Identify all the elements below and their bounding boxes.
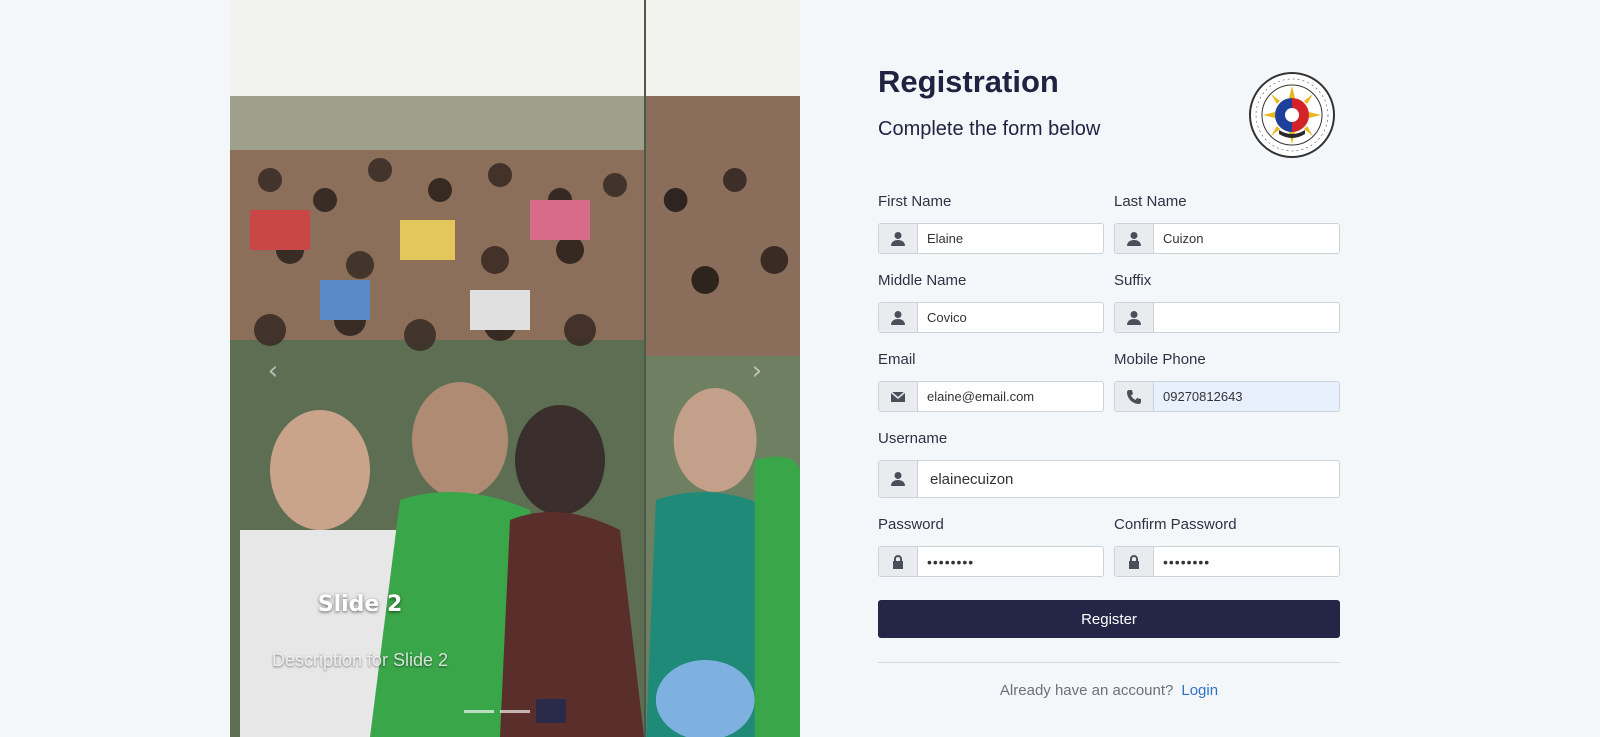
email-field: Email — [878, 351, 1104, 412]
lock-icon — [1115, 547, 1154, 576]
carousel-indicator-3[interactable] — [536, 699, 566, 723]
page-title: Registration — [878, 64, 1059, 99]
confirm-password-label: Confirm Password — [1114, 516, 1237, 533]
divider — [878, 662, 1340, 663]
email-label: Email — [878, 351, 916, 368]
login-link[interactable]: Login — [1181, 682, 1218, 699]
barangay-seal-logo — [1249, 72, 1335, 158]
middle-name-field: Middle Name — [878, 272, 1104, 333]
user-icon — [1115, 303, 1154, 332]
first-name-input[interactable] — [918, 224, 1103, 253]
password-input[interactable] — [918, 547, 1103, 576]
password-label: Password — [878, 516, 944, 533]
last-name-input-group — [1114, 223, 1340, 254]
carousel-indicator-1[interactable] — [464, 709, 494, 713]
suffix-label: Suffix — [1114, 272, 1152, 289]
last-name-field: Last Name — [1114, 193, 1340, 254]
register-button[interactable]: Register — [878, 600, 1340, 638]
user-icon — [1115, 224, 1154, 253]
user-icon — [879, 224, 918, 253]
middle-name-label: Middle Name — [878, 272, 967, 289]
confirm-password-input-group — [1114, 546, 1340, 577]
login-prompt-text: Already have an account? — [999, 682, 1174, 699]
password-input-group — [878, 546, 1104, 577]
mobile-phone-input-group — [1114, 381, 1340, 412]
slide-caption-description: Description for Slide 2 — [271, 650, 449, 670]
username-field: Username — [878, 430, 1340, 498]
carousel-indicators — [464, 699, 566, 723]
confirm-password-input[interactable] — [1154, 547, 1339, 576]
envelope-icon — [879, 382, 918, 411]
carousel-next-slide-preview — [644, 0, 800, 737]
page-subtitle: Complete the form below — [878, 118, 1101, 140]
first-name-input-group — [878, 223, 1104, 254]
carousel-indicator-2[interactable] — [500, 709, 530, 713]
last-name-input[interactable] — [1154, 224, 1339, 253]
image-carousel: ‹ › Slide 2 Description for Slide 2 — [230, 0, 800, 737]
password-field: Password — [878, 516, 1104, 577]
suffix-input-group — [1114, 302, 1340, 333]
middle-name-input[interactable] — [918, 303, 1103, 332]
login-prompt-row: Already have an account? Login — [878, 682, 1340, 699]
user-icon — [879, 461, 918, 497]
email-input[interactable] — [918, 382, 1103, 411]
suffix-field: Suffix — [1114, 272, 1340, 333]
slide-caption-title: Slide 2 — [317, 592, 403, 617]
carousel-prev-button[interactable]: ‹ — [258, 356, 288, 386]
mobile-phone-input[interactable] — [1154, 382, 1339, 411]
carousel-slide-image — [230, 0, 644, 737]
username-input[interactable] — [918, 461, 1339, 497]
confirm-password-field: Confirm Password — [1114, 516, 1340, 577]
lock-icon — [879, 547, 918, 576]
username-label: Username — [878, 430, 948, 447]
carousel-next-button[interactable]: › — [742, 356, 772, 386]
mobile-phone-field: Mobile Phone — [1114, 351, 1340, 412]
first-name-field: First Name — [878, 193, 1104, 254]
last-name-label: Last Name — [1114, 193, 1187, 210]
username-input-group — [878, 460, 1340, 498]
phone-icon — [1115, 382, 1154, 411]
middle-name-input-group — [878, 302, 1104, 333]
user-icon — [879, 303, 918, 332]
mobile-phone-label: Mobile Phone — [1114, 351, 1206, 368]
first-name-label: First Name — [878, 193, 952, 210]
email-input-group — [878, 381, 1104, 412]
suffix-input[interactable] — [1154, 303, 1339, 332]
